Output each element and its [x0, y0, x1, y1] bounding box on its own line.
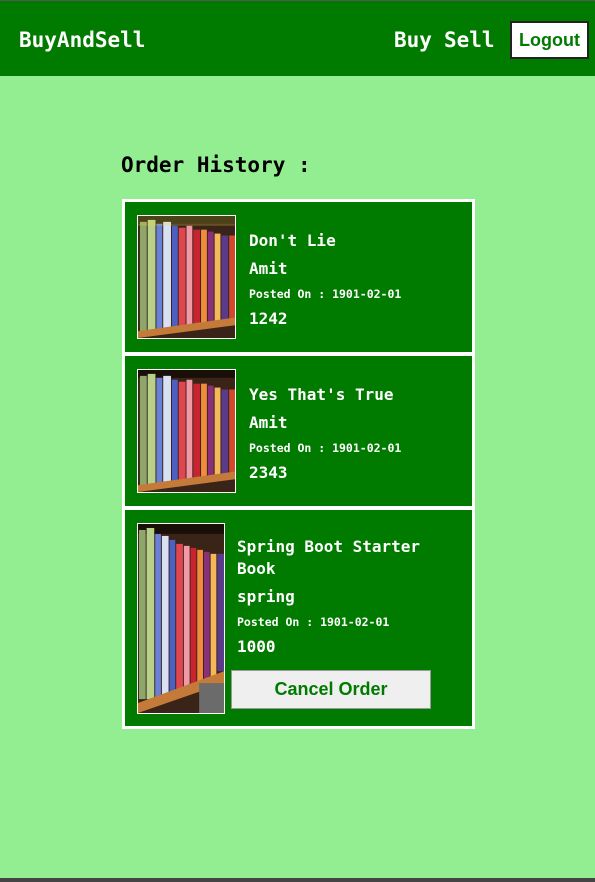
book-author: spring — [237, 587, 295, 606]
posted-date: Posted On : 1901-02-01 — [249, 441, 402, 455]
books-on-shelf-icon — [137, 215, 236, 339]
bottom-border — [0, 878, 595, 882]
book-title: Yes That's True — [249, 385, 394, 404]
order-card: Spring Boot Starter Book spring Posted O… — [125, 510, 472, 726]
order-info: Spring Boot Starter Book spring Posted O… — [237, 536, 452, 656]
nav-buy-link[interactable]: Buy — [394, 28, 432, 52]
order-card: Yes That's True Amit Posted On : 1901-02… — [125, 356, 472, 506]
book-title: Don't Lie — [249, 231, 336, 250]
order-list: Don't Lie Amit Posted On : 1901-02-01 12… — [122, 199, 475, 729]
book-price: 1000 — [237, 637, 276, 656]
book-title: Spring Boot Starter Book — [237, 537, 421, 578]
books-on-shelf-icon — [137, 369, 236, 493]
posted-date: Posted On : 1901-02-01 — [237, 615, 390, 629]
book-author: Amit — [249, 259, 288, 278]
order-info: Yes That's True Amit Posted On : 1901-02… — [249, 384, 459, 482]
nav-sell-link[interactable]: Sell — [444, 28, 495, 52]
book-price: 2343 — [249, 463, 288, 482]
order-info: Don't Lie Amit Posted On : 1901-02-01 12… — [249, 230, 459, 328]
posted-date: Posted On : 1901-02-01 — [249, 287, 402, 301]
book-price: 1242 — [249, 309, 288, 328]
cancel-order-button[interactable]: Cancel Order — [231, 670, 431, 709]
books-on-shelf-icon — [137, 523, 225, 714]
brand-link[interactable]: BuyAndSell — [19, 28, 145, 52]
logout-button[interactable]: Logout — [510, 21, 589, 59]
top-navbar: BuyAndSell Buy Sell Logout — [0, 0, 595, 76]
order-card: Don't Lie Amit Posted On : 1901-02-01 12… — [125, 202, 472, 352]
page-title: Order History : — [121, 153, 311, 177]
book-author: Amit — [249, 413, 288, 432]
